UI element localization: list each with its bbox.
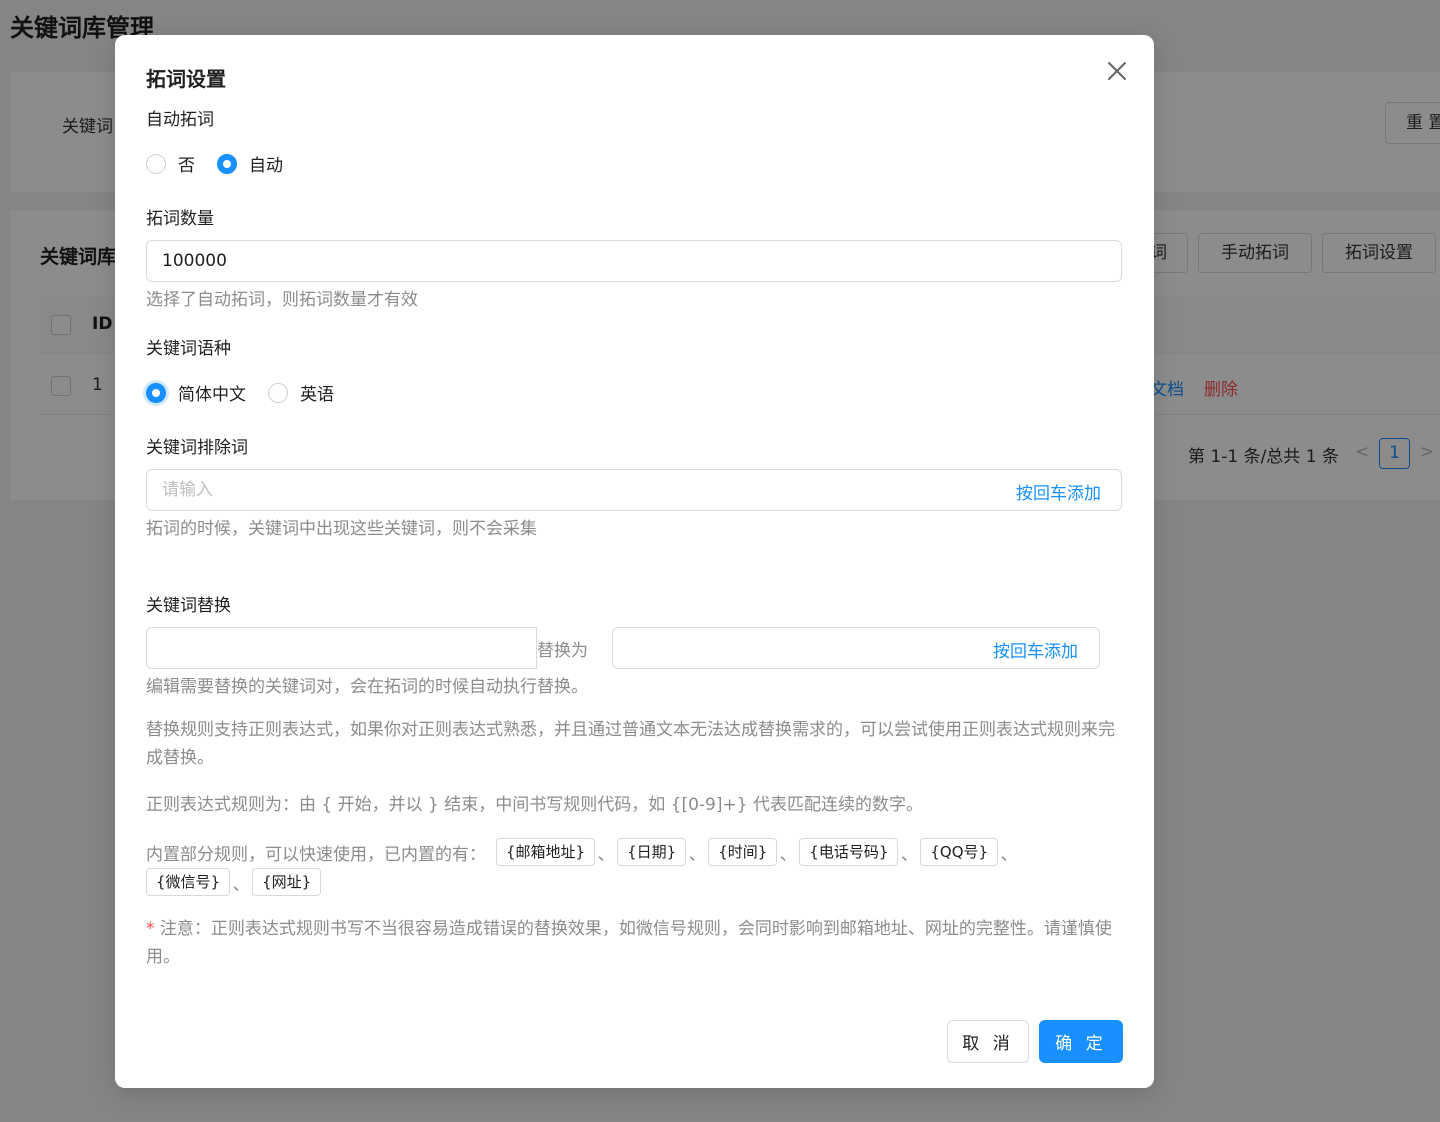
regex-syntax: 正则表达式规则为：由 { 开始，并以 } 结束，中间书写规则代码，如 {[0-9… (146, 795, 923, 815)
radio-label: 否 (178, 156, 195, 176)
rule-tag-date[interactable]: {日期} (617, 838, 687, 866)
radio-unchecked-icon (268, 382, 288, 403)
rule-tag-qq[interactable]: {QQ号} (920, 838, 999, 866)
replace-with-label: 替换为 (537, 641, 588, 661)
builtin-rules-prefix: 内置部分规则，可以快速使用，已内置的有： (146, 844, 486, 865)
rule-tag-url[interactable]: {网址} (252, 868, 322, 896)
regex-warning-note: * 注意：正则表达式规则书写不当很容易造成错误的替换效果，如微信号规则，会同时影… (146, 915, 1131, 971)
language-radio-group: 简体中文 英语 (146, 380, 356, 405)
language-option-zh[interactable]: 简体中文 (146, 380, 246, 405)
rule-tag-phone[interactable]: {电话号码} (799, 838, 899, 866)
page: 关键词库管理 关键词 重 置 关键词库 词 手动拓词 拓词设置 ID 1 文档 … (0, 0, 1440, 1122)
rule-tag-time[interactable]: {时间} (708, 838, 778, 866)
auto-expand-option-no[interactable]: 否 (146, 151, 195, 176)
radio-label: 自动 (249, 156, 283, 176)
separator: 、 (232, 874, 250, 895)
replace-label: 关键词替换 (146, 596, 231, 616)
regex-warning-text: 注意：正则表达式规则书写不当很容易造成错误的替换效果，如微信号规则，会同时影响到… (146, 919, 1112, 967)
replace-hint: 编辑需要替换的关键词对，会在拓词的时候自动执行替换。 (146, 677, 588, 697)
rule-tag-email[interactable]: {邮箱地址} (496, 838, 596, 866)
required-star: * (146, 919, 155, 939)
builtin-rules-row-1: 内置部分规则，可以快速使用，已内置的有： {邮箱地址} 、 {日期} 、 {时间… (146, 838, 1020, 866)
replace-source-input[interactable] (146, 627, 537, 669)
separator: 、 (597, 844, 615, 865)
auto-expand-label: 自动拓词 (146, 110, 214, 130)
separator: 、 (779, 844, 797, 865)
radio-label: 简体中文 (178, 385, 246, 405)
exclude-hint: 拓词的时候，关键词中出现这些关键词，则不会采集 (146, 519, 537, 539)
radio-unchecked-icon (146, 153, 166, 174)
exclude-input[interactable] (146, 469, 1122, 511)
close-icon[interactable] (1103, 57, 1131, 85)
expand-count-input[interactable] (146, 240, 1122, 282)
radio-checked-icon (146, 382, 166, 403)
replace-add-hint[interactable]: 按回车添加 (993, 637, 1078, 662)
language-label: 关键词语种 (146, 339, 231, 359)
radio-label: 英语 (300, 385, 334, 405)
rule-tag-wechat[interactable]: {微信号} (146, 868, 231, 896)
language-option-en[interactable]: 英语 (268, 380, 334, 405)
modal-title: 拓词设置 (146, 67, 226, 91)
auto-expand-option-auto[interactable]: 自动 (217, 151, 283, 176)
builtin-rules-row-2: {微信号} 、 {网址} (146, 868, 322, 896)
expand-count-hint: 选择了自动拓词，则拓词数量才有效 (146, 290, 418, 310)
separator: 、 (900, 844, 918, 865)
radio-checked-icon (217, 153, 237, 174)
expand-settings-modal: 拓词设置 自动拓词 否 自动 拓词数量 选择了自动拓词，则拓词数量才有效 关键词… (115, 35, 1154, 1088)
confirm-button[interactable]: 确 定 (1039, 1020, 1123, 1063)
auto-expand-radio-group: 否 自动 (146, 151, 305, 176)
cancel-button[interactable]: 取 消 (947, 1020, 1029, 1063)
separator: 、 (688, 844, 706, 865)
exclude-add-hint[interactable]: 按回车添加 (1016, 479, 1101, 504)
separator: 、 (1000, 844, 1018, 865)
regex-description: 替换规则支持正则表达式，如果你对正则表达式熟悉，并且通过普通文本无法达成替换需求… (146, 720, 1115, 768)
exclude-label: 关键词排除词 (146, 438, 248, 458)
expand-count-label: 拓词数量 (146, 209, 214, 229)
